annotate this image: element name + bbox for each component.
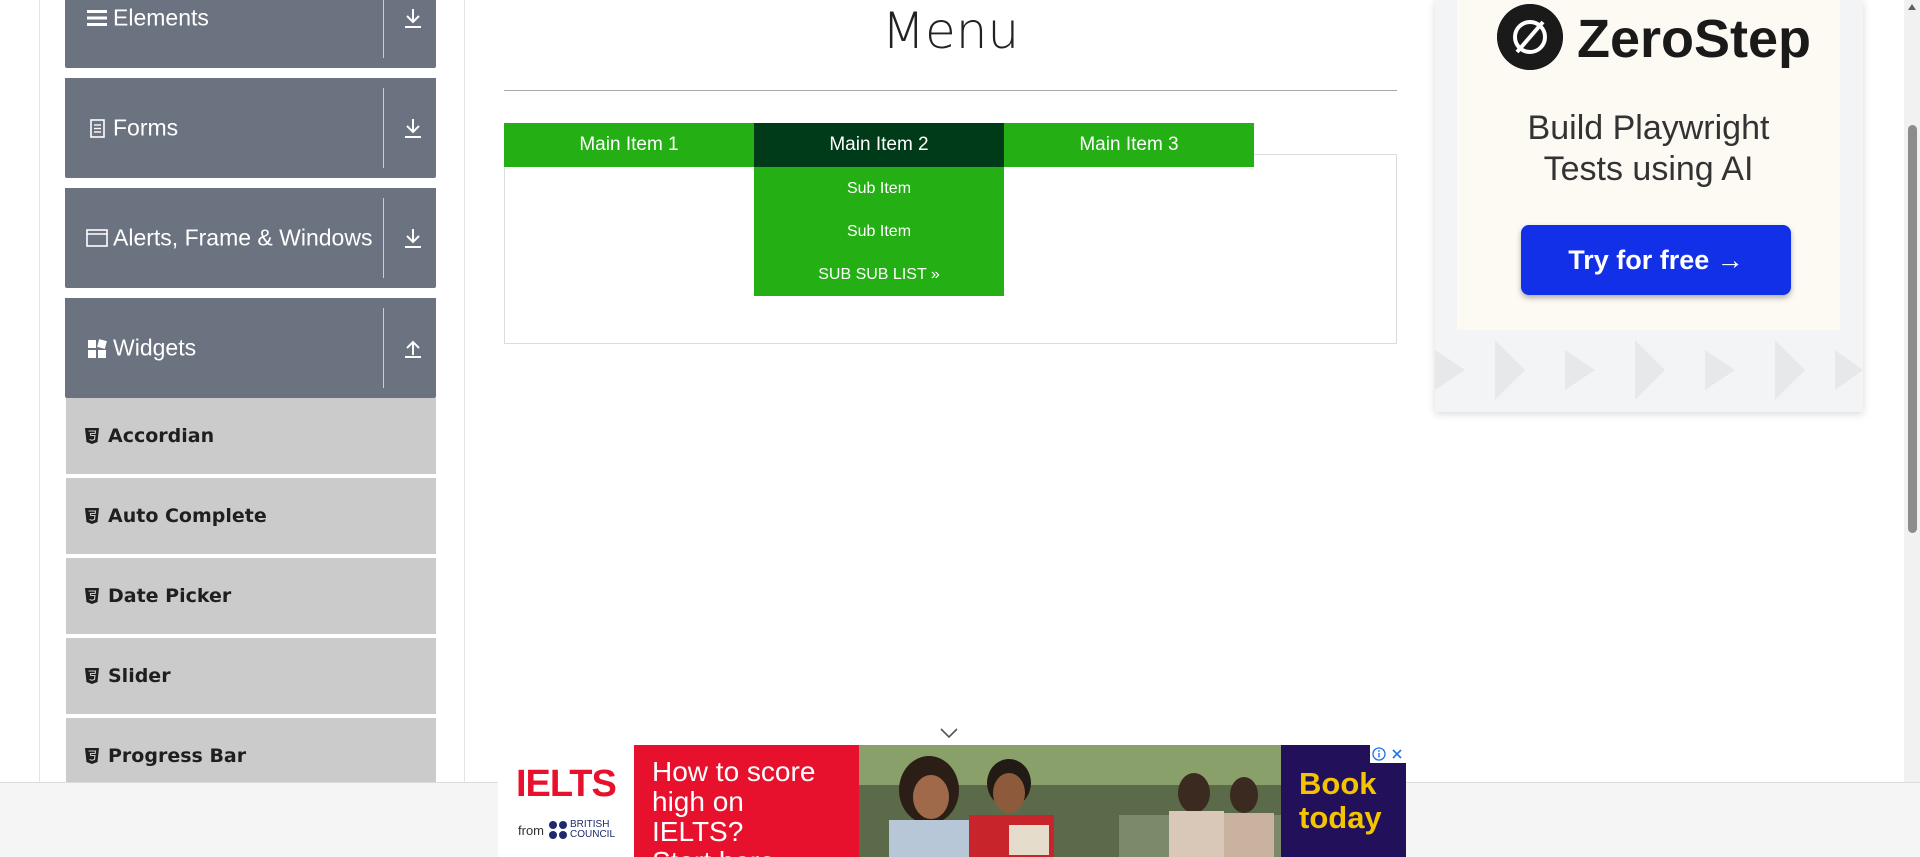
british-council-text: BRITISH COUNCIL [570,820,615,840]
ad-pattern-background [1435,340,1863,400]
submenu-item[interactable]: Sub Item [754,167,1004,210]
sidebar-item-label: Accordian [108,425,215,447]
sidebar-group-label: Alerts, Frame & Windows [113,224,373,251]
ad-headline-line: Tests using AI [1543,150,1754,188]
students-photo [859,745,1281,857]
ielts-logo: IELTS [516,763,617,805]
menu-item-2[interactable]: Main Item 2 [754,123,1004,167]
sidebar-item-label: Date Picker [108,585,232,607]
ielts-headline-line: How to score [652,756,816,787]
sidebar-item-auto-complete[interactable]: Auto Complete [66,478,436,556]
html5-icon [85,508,99,524]
scrollbar-thumb[interactable] [1908,125,1917,533]
scroll-up-icon[interactable] [1908,4,1916,10]
divider [383,0,384,58]
ad-headline: Build Playwright Tests using AI [1457,108,1840,190]
document-icon [90,119,105,138]
chevron-down-icon[interactable] [938,726,960,740]
sidebar-item-accordian[interactable]: Accordian [66,398,436,476]
ad-card: ZeroStep Build Playwright Tests using AI… [1457,0,1840,330]
students-image [859,745,1281,857]
british-council-logo-icon [549,821,567,839]
title-divider [504,90,1397,91]
zerostep-ad[interactable]: ZeroStep Build Playwright Tests using AI… [1435,0,1863,412]
sidebar-group-widgets[interactable]: Widgets [65,298,436,398]
submenu-item-sub-sub-list[interactable]: SUB SUB LIST » [754,253,1004,296]
divider [383,88,384,168]
download-arrow-icon[interactable] [400,5,426,31]
sidebar-group-label: Widgets [113,334,197,361]
html5-icon [85,748,99,764]
page: Elements Forms Alerts, Frame & Windows W… [0,0,1920,857]
sidebar-item-date-picker[interactable]: Date Picker [66,558,436,636]
ielts-from-label: from [518,823,544,838]
window-icon [86,229,108,247]
html5-icon [85,588,99,604]
ielts-ad[interactable]: IELTS from BRITISH COUNCIL How to score … [498,745,1406,857]
ad-controls [1370,745,1406,763]
upload-arrow-icon[interactable] [400,335,426,361]
ielts-headline: How to score high on IELTS? Start here [634,745,859,857]
sidebar-item-slider[interactable]: Slider [66,638,436,716]
menu-dropdown: Sub Item Sub Item SUB SUB LIST » [754,167,1004,296]
cta-line: Book [1299,766,1377,801]
ad-info-icon[interactable] [1370,745,1388,763]
ielts-headline-line: Start here [652,847,841,857]
scrollbar[interactable] [1904,0,1920,782]
partner-line: COUNCIL [570,829,616,840]
html5-icon [85,668,99,684]
sidebar: Elements Forms Alerts, Frame & Windows W… [39,0,465,796]
sidebar-item-label: Progress Bar [108,745,247,767]
divider [383,308,384,388]
ad-headline-line: Build Playwright [1527,109,1770,147]
sidebar-group-forms[interactable]: Forms [65,78,436,178]
html5-icon [85,428,99,444]
sidebar-group-label: Elements [113,4,209,31]
widgets-icon [88,339,107,358]
download-arrow-icon[interactable] [400,225,426,251]
sidebar-item-label: Slider [108,665,171,687]
page-title: Menu [881,2,1020,60]
ielts-cta-panel[interactable]: Book today [1281,745,1406,857]
sidebar-group-label: Forms [113,114,179,141]
divider [383,198,384,278]
zerostep-logo-icon [1497,4,1563,70]
sidebar-group-elements[interactable]: Elements [65,0,436,68]
book-today-button[interactable]: Book today [1299,767,1382,835]
list-icon [87,10,107,26]
ielts-headline-line: high on IELTS? [652,786,744,847]
ad-brand: ZeroStep [1577,9,1812,69]
try-for-free-button[interactable]: Try for free → [1521,225,1791,295]
sidebar-item-label: Auto Complete [108,505,267,527]
sidebar-group-alerts[interactable]: Alerts, Frame & Windows [65,188,436,288]
menu-item-1[interactable]: Main Item 1 [504,123,754,167]
cta-line: today [1299,800,1382,835]
widgets-submenu: Accordian Auto Complete Date Picker Slid… [66,398,436,798]
download-arrow-icon[interactable] [400,115,426,141]
menu-item-3[interactable]: Main Item 3 [1004,123,1254,167]
ielts-logo-panel: IELTS from BRITISH COUNCIL [498,745,634,857]
submenu-item[interactable]: Sub Item [754,210,1004,253]
ad-close-icon[interactable] [1388,745,1406,763]
menu-bar: Main Item 1 Main Item 2 Main Item 3 [504,123,1254,167]
